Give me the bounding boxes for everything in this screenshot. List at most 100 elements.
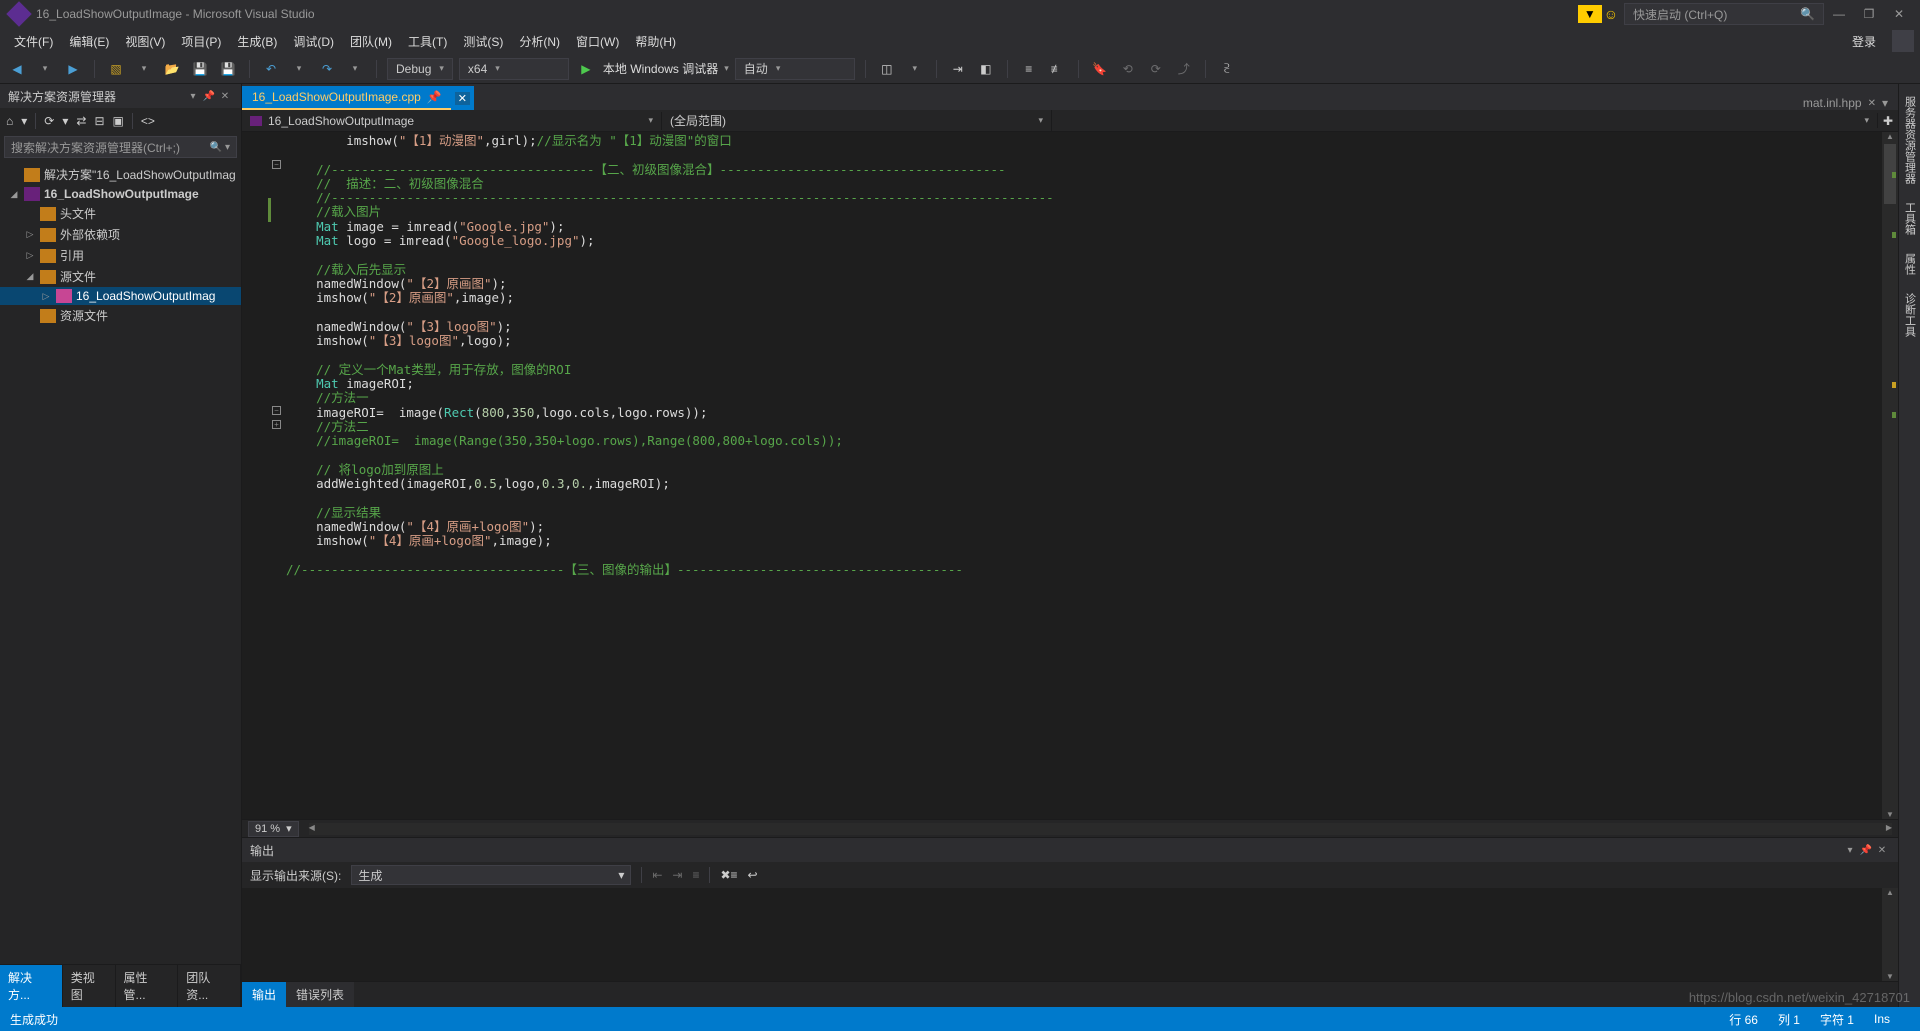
right-tab-server-explorer[interactable]: 服务器资源管理器 — [1900, 88, 1920, 192]
pin-icon[interactable]: 📌 — [427, 90, 442, 104]
undo-button[interactable]: ↶ — [260, 58, 282, 80]
editor-tab-active[interactable]: 16_LoadShowOutputImage.cpp 📌 — [242, 86, 452, 110]
restore-button[interactable]: ❐ — [1854, 7, 1884, 21]
output-scrollbar[interactable]: ▲ ▼ — [1882, 888, 1898, 981]
tree-item[interactable]: ▷外部依赖项 — [0, 224, 241, 245]
home-icon[interactable]: ⌂ — [6, 114, 13, 128]
split-editor-icon[interactable]: ✚ — [1878, 114, 1898, 128]
collapse-icon[interactable]: ⊟ — [94, 114, 104, 128]
right-tab-properties[interactable]: 属性 — [1900, 245, 1920, 283]
menu-analyze[interactable]: 分析(N) — [511, 29, 568, 54]
menu-view[interactable]: 视图(V) — [117, 29, 173, 54]
output-btn-2[interactable]: ⇥ — [672, 868, 682, 882]
sidebar-tab[interactable]: 解决方... — [0, 965, 63, 1007]
menu-test[interactable]: 测试(S) — [455, 29, 511, 54]
output-clear-icon[interactable]: ✖≡ — [720, 868, 737, 882]
debugger-label[interactable]: 本地 Windows 调试器 — [603, 60, 718, 77]
sidebar-tab[interactable]: 团队资... — [178, 965, 241, 1007]
code-editor[interactable]: imshow("【1】动漫图",girl);//显示名为 "【1】动漫图"的窗口… — [282, 132, 1898, 819]
run-mode-combo[interactable]: 自动▾ — [735, 58, 855, 80]
redo-button[interactable]: ↷ — [316, 58, 338, 80]
start-debug-button[interactable]: ▶ — [575, 58, 597, 80]
show-all-icon[interactable]: ▣ — [113, 114, 124, 128]
tree-item[interactable]: 解决方案"16_LoadShowOutputImag — [0, 164, 241, 185]
sidebar-tab[interactable]: 类视图 — [63, 965, 116, 1007]
pin-icon[interactable]: 📌 — [1858, 845, 1874, 856]
save-button[interactable]: 💾 — [189, 58, 211, 80]
panel-close-icon[interactable]: ✕ — [1874, 845, 1890, 856]
nav-fwd-button[interactable]: ▶ — [62, 58, 84, 80]
close-button[interactable]: ✕ — [1884, 7, 1914, 21]
open-file-button[interactable]: 📂 — [161, 58, 183, 80]
fold-icon[interactable]: + — [272, 420, 281, 429]
menu-team[interactable]: 团队(M) — [342, 29, 400, 54]
toolbar-btn-7[interactable]: ⫔ — [1216, 58, 1238, 80]
tree-item[interactable]: 头文件 — [0, 203, 241, 224]
quick-launch-input[interactable]: 快速启动 (Ctrl+Q) 🔍 — [1624, 3, 1824, 25]
nav-back-dropdown[interactable]: ▾ — [34, 58, 56, 80]
scope-global[interactable]: (全局范围) ▾ — [662, 110, 1052, 131]
user-avatar-icon[interactable] — [1892, 30, 1914, 52]
nav-back-button[interactable]: ◀ — [6, 58, 28, 80]
menu-edit[interactable]: 编辑(E) — [61, 29, 117, 54]
output-btn-1[interactable]: ⇤ — [652, 868, 662, 882]
tree-item[interactable]: ▷16_LoadShowOutputImag — [0, 287, 241, 305]
menu-help[interactable]: 帮助(H) — [627, 29, 684, 54]
new-project-button[interactable]: ▧ — [105, 58, 127, 80]
preview-tab[interactable]: mat.inl.hpp ✕ ▾ — [1793, 96, 1898, 110]
bookmark-button[interactable]: 🔖 — [1089, 58, 1111, 80]
autohide-options-icon[interactable]: ▾ — [1842, 845, 1858, 856]
vertical-scrollbar[interactable]: ▲ ▼ — [1882, 132, 1898, 819]
menu-tools[interactable]: 工具(T) — [400, 29, 455, 54]
tree-item[interactable]: ◢源文件 — [0, 266, 241, 287]
pin-icon[interactable]: 📌 — [201, 91, 217, 102]
toolbar-btn-1[interactable]: ◫ — [876, 58, 898, 80]
comment-button[interactable]: ≡ — [1018, 58, 1040, 80]
solution-tree[interactable]: 解决方案"16_LoadShowOutputImag◢16_LoadShowOu… — [0, 160, 241, 964]
menu-debug[interactable]: 调试(D) — [285, 29, 342, 54]
notification-flag-icon[interactable]: ▼ — [1578, 5, 1602, 23]
sign-in-link[interactable]: 登录 — [1840, 29, 1888, 54]
tree-item[interactable]: 资源文件 — [0, 305, 241, 326]
menu-file[interactable]: 文件(F) — [6, 29, 61, 54]
output-source-combo[interactable]: 生成▾ — [351, 865, 631, 885]
tree-item[interactable]: ▷引用 — [0, 245, 241, 266]
scope-project[interactable]: 16_LoadShowOutputImage ▾ — [242, 112, 662, 130]
output-wrap-icon[interactable]: ↩ — [748, 868, 758, 882]
toolbar-btn-2[interactable]: ⇥ — [947, 58, 969, 80]
platform-combo[interactable]: x64▾ — [459, 58, 569, 80]
save-all-button[interactable]: 💾 — [217, 58, 239, 80]
properties-icon[interactable]: <> — [141, 114, 155, 128]
autohide-options-icon[interactable]: ▾ — [185, 91, 201, 102]
sync-icon[interactable]: ⇄ — [76, 114, 86, 128]
feedback-smile-icon[interactable]: ☺ — [1604, 6, 1618, 22]
fold-icon[interactable]: − — [272, 406, 281, 415]
output-tab[interactable]: 错误列表 — [286, 982, 354, 1007]
close-icon[interactable]: ✕ — [455, 92, 470, 105]
menu-window[interactable]: 窗口(W) — [568, 29, 627, 54]
right-tab-diagnostics[interactable]: 诊断工具 — [1900, 285, 1920, 345]
minimize-button[interactable]: — — [1824, 7, 1854, 21]
refresh-icon[interactable]: ⟳ — [44, 114, 54, 128]
output-btn-3[interactable]: ≡ — [692, 868, 699, 882]
panel-close-icon[interactable]: ✕ — [217, 91, 233, 102]
toolbar-btn-5[interactable]: ⟳ — [1145, 58, 1167, 80]
solution-search-input[interactable]: 搜索解决方案资源管理器(Ctrl+;) 🔍 ▾ — [4, 136, 237, 158]
toolbar-btn-6[interactable]: ⤴ — [1173, 58, 1195, 80]
config-combo[interactable]: Debug▾ — [387, 58, 453, 80]
zoom-combo[interactable]: 91 %▾ — [248, 821, 299, 837]
tree-item[interactable]: ◢16_LoadShowOutputImage — [0, 185, 241, 203]
menu-build[interactable]: 生成(B) — [229, 29, 285, 54]
toolbar-btn-4[interactable]: ⟲ — [1117, 58, 1139, 80]
output-tab[interactable]: 输出 — [242, 982, 286, 1007]
close-icon[interactable]: ✕ — [1868, 98, 1876, 109]
scope-member[interactable]: ▾ — [1052, 113, 1878, 128]
toolbar-btn-3[interactable]: ◧ — [975, 58, 997, 80]
menu-project[interactable]: 项目(P) — [173, 29, 229, 54]
sidebar-tab[interactable]: 属性管... — [116, 965, 179, 1007]
output-content[interactable]: ▲ ▼ — [242, 888, 1898, 981]
fold-icon[interactable]: − — [272, 160, 281, 169]
right-tab-toolbox[interactable]: 工具箱 — [1900, 194, 1920, 243]
horizontal-scrollbar[interactable]: ◀ ▶ — [309, 823, 1892, 835]
editor-tab-close[interactable]: ✕ — [451, 86, 474, 110]
